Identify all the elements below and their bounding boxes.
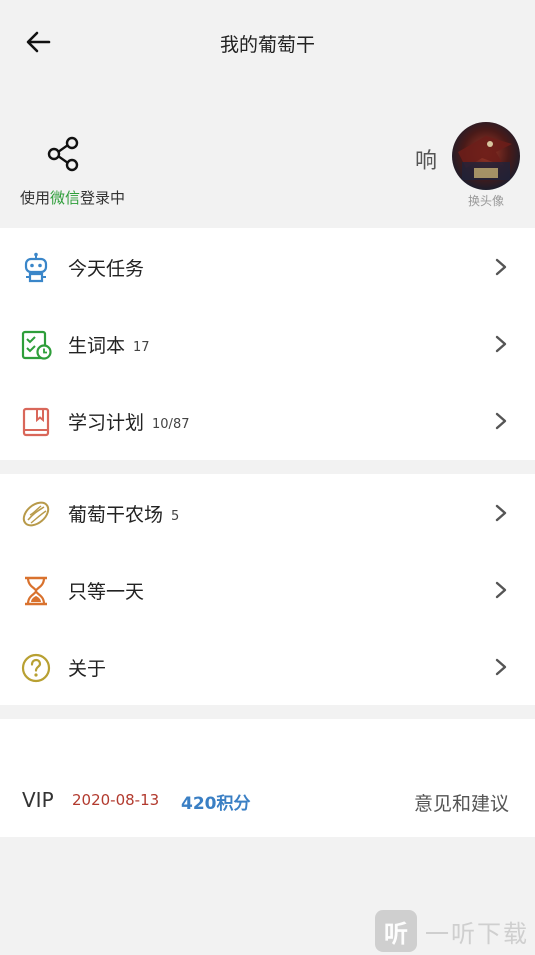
menu-group-main: 今天任务 生词本 17 学习计划 10/87 bbox=[0, 228, 535, 460]
menu-item-label: 学习计划 10/87 bbox=[68, 412, 190, 434]
question-icon bbox=[21, 653, 51, 683]
raisin-icon bbox=[22, 501, 50, 527]
share-icon[interactable] bbox=[46, 136, 82, 172]
hourglass-icon bbox=[25, 576, 47, 606]
robot-icon bbox=[24, 252, 48, 283]
chevron-right-icon bbox=[495, 412, 507, 430]
profile-section: 使用微信登录中 响 换头像 bbox=[0, 88, 535, 228]
page-title: 我的葡萄干 bbox=[219, 34, 315, 56]
watermark-logo: 听 bbox=[375, 910, 417, 952]
menu-item-label: 关于 bbox=[68, 658, 107, 680]
menu-item-raisin-farm[interactable]: 葡萄干农场 5 bbox=[0, 474, 535, 551]
feedback-button[interactable]: 意见和建议 bbox=[414, 789, 509, 816]
login-suffix: 登录中 bbox=[80, 189, 126, 207]
login-status: 使用微信登录中 bbox=[20, 187, 125, 208]
avatar-image bbox=[458, 136, 512, 180]
chevron-right-icon bbox=[495, 335, 507, 353]
menu-item-today-tasks[interactable]: 今天任务 bbox=[0, 228, 535, 305]
study-plan-book-icon bbox=[22, 407, 50, 437]
chevron-right-icon bbox=[495, 658, 507, 676]
watermark-text: 一听下载 bbox=[425, 919, 529, 948]
menu-item-study-plan[interactable]: 学习计划 10/87 bbox=[0, 382, 535, 459]
vocabulary-book-icon bbox=[21, 330, 52, 360]
nickname: 响 bbox=[415, 149, 438, 174]
menu-group-extra: 葡萄干农场 5 只等一天 关于 bbox=[0, 474, 535, 705]
header-bar: 我的葡萄干 bbox=[0, 0, 535, 88]
chevron-right-icon bbox=[495, 504, 507, 522]
menu-item-label: 生词本 17 bbox=[68, 335, 150, 357]
menu-item-wait-one-day[interactable]: 只等一天 bbox=[0, 551, 535, 628]
menu-item-vocabulary[interactable]: 生词本 17 bbox=[0, 305, 535, 382]
account-footer: VIP 2020-08-13 420积分 意见和建议 bbox=[0, 719, 535, 837]
menu-item-label: 只等一天 bbox=[68, 581, 145, 603]
menu-item-about[interactable]: 关于 bbox=[0, 628, 535, 705]
watermark: 听 一听下载 bbox=[375, 910, 529, 952]
menu-item-label: 今天任务 bbox=[68, 258, 145, 280]
login-prefix: 使用 bbox=[20, 189, 51, 207]
vip-label: VIP bbox=[22, 788, 54, 812]
avatar[interactable] bbox=[452, 122, 520, 190]
login-platform: 微信 bbox=[50, 189, 81, 207]
chevron-right-icon bbox=[495, 258, 507, 276]
chevron-right-icon bbox=[495, 581, 507, 599]
vip-expiry-date: 2020-08-13 bbox=[72, 791, 160, 809]
change-avatar-button[interactable]: 换头像 bbox=[452, 192, 520, 209]
points-balance[interactable]: 420积分 bbox=[181, 789, 251, 814]
menu-item-label: 葡萄干农场 5 bbox=[68, 504, 180, 526]
